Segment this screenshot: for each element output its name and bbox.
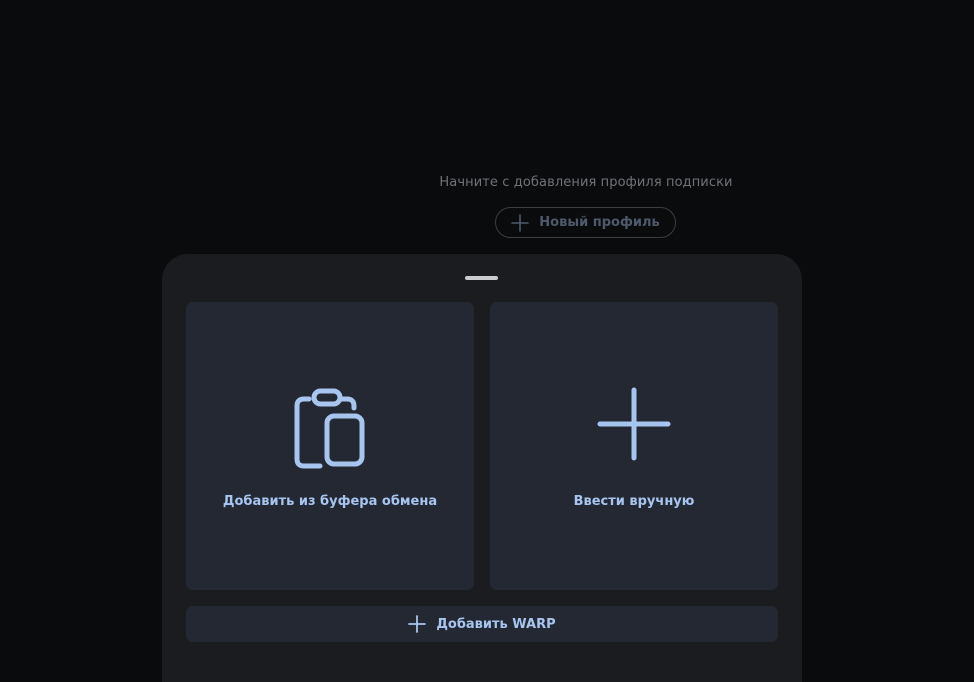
empty-state-hint: Начните с добавления профиля подписки — [439, 175, 733, 190]
sheet-drag-handle[interactable] — [465, 276, 498, 280]
new-profile-label: Новый профиль — [539, 215, 660, 230]
plus-icon — [596, 386, 672, 466]
plus-icon — [408, 615, 427, 633]
clipboard-icon — [292, 386, 368, 474]
plus-icon — [511, 213, 530, 232]
add-profile-sheet: Добавить из буфера обмена Ввести вручную… — [162, 254, 802, 682]
app-window: Начните с добавления профиля подписки Но… — [0, 0, 974, 682]
add-from-clipboard-label: Добавить из буфера обмена — [222, 494, 438, 509]
new-profile-button[interactable]: Новый профиль — [495, 207, 676, 238]
add-warp-button[interactable]: Добавить WARP — [186, 606, 778, 642]
enter-manually-label: Ввести вручную — [573, 494, 695, 509]
enter-manually-card[interactable]: Ввести вручную — [490, 302, 778, 590]
add-warp-label: Добавить WARP — [436, 616, 556, 632]
add-from-clipboard-card[interactable]: Добавить из буфера обмена — [186, 302, 474, 590]
